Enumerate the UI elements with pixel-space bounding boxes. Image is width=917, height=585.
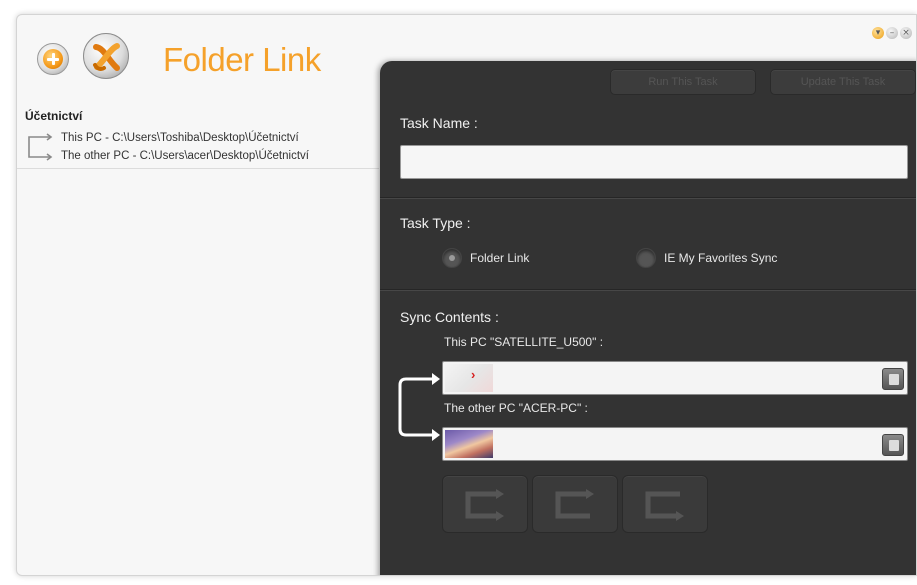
folder-thumbnail: › bbox=[445, 364, 493, 392]
radio-selected-icon bbox=[442, 248, 462, 268]
radio-label: IE My Favorites Sync bbox=[664, 251, 778, 265]
link-arrow-icon bbox=[28, 133, 53, 161]
document-icon bbox=[889, 374, 899, 385]
down-icon[interactable]: ▾ bbox=[872, 27, 884, 39]
minimize-icon[interactable]: – bbox=[886, 27, 898, 39]
sync-contents-label: Sync Contents : bbox=[400, 309, 499, 325]
browse-folder-button[interactable] bbox=[882, 434, 904, 456]
browse-folder-button[interactable] bbox=[882, 368, 904, 390]
task-list-item[interactable]: Účetnictví This PC - C:\Users\Toshiba\De… bbox=[17, 105, 379, 169]
task-name-label: Task Name : bbox=[400, 115, 478, 131]
divider bbox=[380, 289, 916, 291]
task-type-ie-favorites-radio[interactable]: IE My Favorites Sync bbox=[636, 247, 777, 269]
this-pc-path: This PC - C:\Users\Toshiba\Desktop\Účetn… bbox=[61, 132, 299, 144]
sync-left-icon bbox=[555, 489, 594, 519]
folder-thumbnail bbox=[445, 430, 493, 458]
folder-link-logo-icon bbox=[83, 33, 129, 79]
document-icon bbox=[889, 440, 899, 451]
this-pc-label: This PC "SATELLITE_U500" : bbox=[444, 335, 604, 349]
update-task-button[interactable]: Update This Task bbox=[770, 69, 916, 95]
app-window: Folder Link ▾ – × Účetnictví This PC - C… bbox=[16, 14, 917, 576]
run-task-button[interactable]: Run This Task bbox=[610, 69, 756, 95]
sync-both-ways-button[interactable] bbox=[442, 475, 528, 533]
task-type-label: Task Type : bbox=[400, 215, 471, 231]
plus-icon bbox=[43, 49, 63, 69]
sync-connector-icon bbox=[398, 373, 440, 441]
task-type-folder-link-radio[interactable]: Folder Link bbox=[442, 247, 529, 269]
radio-label: Folder Link bbox=[470, 251, 530, 265]
radio-unselected-icon bbox=[636, 248, 656, 268]
task-editor-panel: Run This Task Update This Task Task Name… bbox=[380, 61, 916, 575]
red-arrow-icon: › bbox=[471, 367, 476, 382]
task-list: Účetnictví This PC - C:\Users\Toshiba\De… bbox=[17, 105, 379, 575]
other-pc-label: The other PC "ACER-PC" : bbox=[444, 401, 588, 415]
task-name-input[interactable] bbox=[400, 145, 908, 179]
add-task-button[interactable] bbox=[37, 43, 69, 75]
sync-left-button[interactable] bbox=[532, 475, 618, 533]
sync-right-icon bbox=[645, 491, 684, 521]
sync-both-ways-icon bbox=[465, 489, 504, 521]
divider bbox=[380, 197, 916, 199]
close-icon[interactable]: × bbox=[900, 27, 912, 39]
task-item-name: Účetnictví bbox=[25, 109, 83, 123]
window-controls: ▾ – × bbox=[872, 27, 912, 39]
sync-right-button[interactable] bbox=[622, 475, 708, 533]
app-title: Folder Link bbox=[163, 41, 321, 78]
other-pc-path: The other PC - C:\Users\acer\Desktop\Úče… bbox=[61, 150, 309, 162]
this-pc-folder-field[interactable]: › bbox=[442, 361, 908, 395]
other-pc-folder-field[interactable] bbox=[442, 427, 908, 461]
